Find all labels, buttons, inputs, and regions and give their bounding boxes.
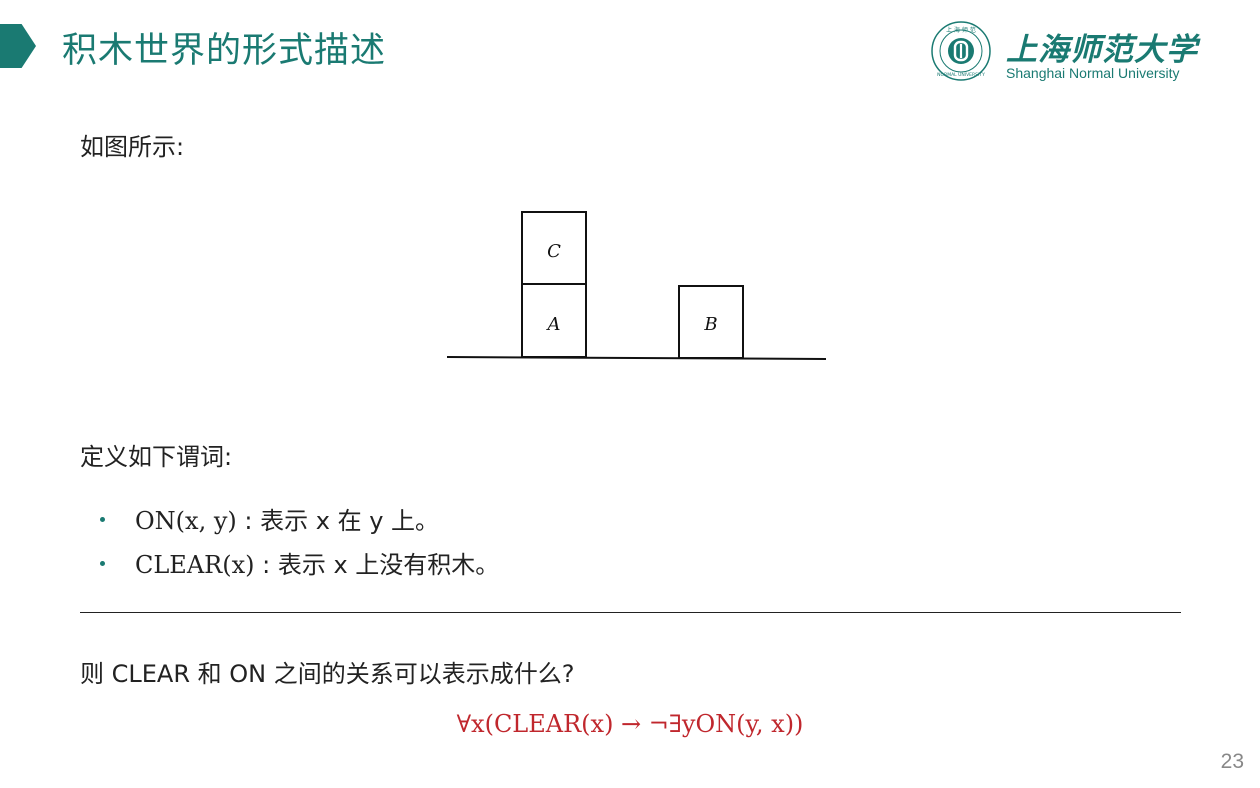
header-marker (0, 24, 36, 68)
university-logo: 上 海 师 范 NORMAL UNIVERSITY 上海师范大学 Shangha… (930, 18, 1197, 88)
intro-text: 如图所示: (80, 133, 185, 161)
definitions-intro: 定义如下谓词: (80, 443, 233, 471)
list-item: ON(x, y) : 表示 x 在 y 上。 (100, 503, 499, 547)
predicate-description: : 表示 x 在 y 上。 (236, 507, 440, 535)
svg-text:上 海 师 范: 上 海 师 范 (946, 26, 976, 34)
blocks-world-figure: C A B (446, 211, 827, 360)
predicate-description: : 表示 x 上没有积木。 (254, 551, 500, 579)
svg-text:NORMAL UNIVERSITY: NORMAL UNIVERSITY (937, 72, 985, 78)
predicate-list: ON(x, y) : 表示 x 在 y 上。 CLEAR(x) : 表示 x 上… (100, 503, 499, 591)
logo-chinese-name: 上海师范大学 (1006, 32, 1198, 68)
ground-line (446, 356, 827, 360)
predicate-term: CLEAR(x) (135, 551, 255, 579)
divider (80, 612, 1181, 613)
logo-english-name: Shanghai Normal University (1006, 65, 1180, 81)
bullet-dot-icon (100, 516, 105, 522)
question-text: 则 CLEAR 和 ON 之间的关系可以表示成什么? (80, 660, 575, 688)
predicate-term: ON(x, y) (135, 507, 237, 535)
university-emblem-icon: 上 海 师 范 NORMAL UNIVERSITY (931, 21, 991, 81)
bullet-dot-icon (100, 560, 105, 566)
slide-title: 积木世界的形式描述 (62, 31, 387, 71)
block-b-label: B (703, 314, 717, 335)
list-item: CLEAR(x) : 表示 x 上没有积木。 (100, 547, 499, 591)
block-c-label: C (547, 241, 561, 262)
block-a-label: A (546, 314, 561, 335)
answer-formula: ∀x(CLEAR(x) → ¬∃yON(y, x)) (456, 710, 804, 738)
page-number: 23 (1220, 750, 1244, 773)
